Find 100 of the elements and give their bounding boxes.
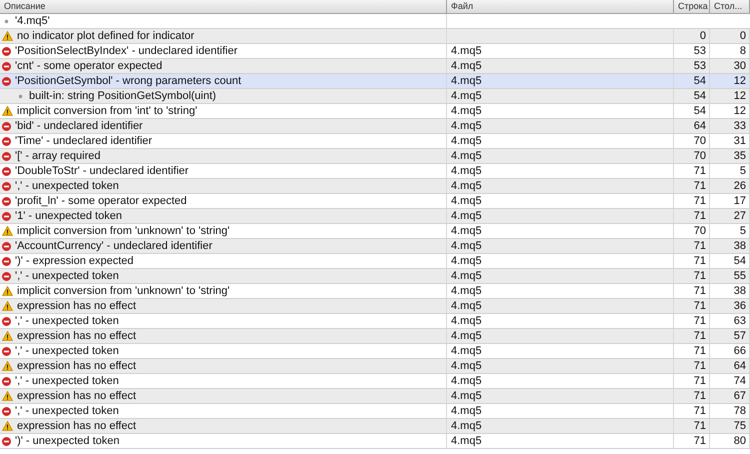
message-text: ',' - unexpected token [15,344,119,358]
message-row[interactable]: ')' - expression expected 4.mq5 71 54 [0,254,750,269]
column-cell: 75 [710,419,750,433]
file-cell: 4.mq5 [447,434,674,448]
column-cell: 27 [710,209,750,223]
message-row[interactable]: ',' - unexpected token 4.mq5 71 63 [0,314,750,329]
message-row[interactable]: implicit conversion from 'int' to 'string' 4.mq5 54 12 [0,104,750,119]
message-text: expression has no effect [17,419,136,433]
file-cell: 4.mq5 [447,344,674,358]
file-cell: 4.mq5 [447,104,674,118]
file-cell: 4.mq5 [447,284,674,298]
message-row[interactable]: ')' - unexpected token 4.mq5 71 80 [0,434,750,449]
message-text: 'Time' - undeclared identifier [15,134,152,148]
message-row[interactable]: implicit conversion from 'unknown' to 'string' 4.mq5 71 38 [0,284,750,299]
column-cell: 63 [710,314,750,328]
column-cell: 78 [710,404,750,418]
column-cell: 57 [710,329,750,343]
message-text: expression has no effect [17,359,136,373]
column-cell: 12 [710,104,750,118]
message-text: ',' - unexpected token [15,374,119,388]
message-row[interactable]: implicit conversion from 'unknown' to 'string' 4.mq5 70 5 [0,224,750,239]
message-text: ',' - unexpected token [15,179,119,193]
line-cell: 71 [674,254,710,268]
message-text: implicit conversion from 'int' to 'string' [17,104,198,118]
message-text: no indicator plot defined for indicator [17,29,194,43]
warning-icon [2,226,13,236]
message-row[interactable]: ',' - unexpected token 4.mq5 71 78 [0,404,750,419]
message-row[interactable]: ',' - unexpected token 4.mq5 71 26 [0,179,750,194]
file-cell: 4.mq5 [447,209,674,223]
file-cell: 4.mq5 [447,359,674,373]
file-cell: 4.mq5 [447,179,674,193]
message-text: implicit conversion from 'unknown' to 'string' [17,284,230,298]
message-row[interactable]: built-in: string PositionGetSymbol(uint) 4.mq5 54 12 [0,89,750,104]
error-icon [2,242,11,250]
line-cell: 71 [674,269,710,283]
message-text: '1' - unexpected token [15,209,122,223]
error-icon [2,272,11,280]
column-cell: 5 [710,224,750,238]
line-cell: 71 [674,314,710,328]
warning-icon [2,31,13,41]
message-row[interactable]: 'AccountCurrency' - undeclared identifier 4.mq5 71 38 [0,239,750,254]
line-cell: 71 [674,389,710,403]
message-text: expression has no effect [17,299,136,313]
message-row[interactable]: 'profit_ln' - some operator expected 4.mq5 71 17 [0,194,750,209]
line-cell: 71 [674,344,710,358]
file-cell: 4.mq5 [447,44,674,58]
line-cell: 71 [674,434,710,448]
message-row[interactable]: 'PositionSelectByIndex' - undeclared identifier 4.mq5 53 8 [0,44,750,59]
message-row[interactable]: 'bid' - undeclared identifier 4.mq5 64 33 [0,119,750,134]
message-row[interactable]: 'DoubleToStr' - undeclared identifier 4.mq5 71 5 [0,164,750,179]
message-row[interactable]: 'cnt' - some operator expected 4.mq5 53 30 [0,59,750,74]
column-cell: 64 [710,359,750,373]
file-cell: 4.mq5 [447,74,674,88]
message-row[interactable]: expression has no effect 4.mq5 71 75 [0,419,750,434]
message-row[interactable]: expression has no effect 4.mq5 71 67 [0,389,750,404]
message-row[interactable]: '4.mq5' [0,14,750,29]
message-row[interactable]: '[' - array required 4.mq5 70 35 [0,149,750,164]
message-row[interactable]: ',' - unexpected token 4.mq5 71 55 [0,269,750,284]
warning-icon [2,361,13,371]
line-cell: 54 [674,74,710,88]
warning-icon [2,301,13,311]
file-cell: 4.mq5 [447,404,674,418]
column-header[interactable]: Описание [0,0,447,14]
column-cell: 8 [710,44,750,58]
line-cell: 71 [674,209,710,223]
message-row[interactable]: ',' - unexpected token 4.mq5 71 66 [0,344,750,359]
message-text: ')' - expression expected [15,254,134,268]
line-cell: 71 [674,374,710,388]
line-cell: 54 [674,89,710,103]
message-row[interactable]: expression has no effect 4.mq5 71 36 [0,299,750,314]
message-row[interactable]: '1' - unexpected token 4.mq5 71 27 [0,209,750,224]
line-cell: 70 [674,224,710,238]
line-cell: 71 [674,419,710,433]
error-icon [2,376,11,386]
error-icon [2,436,11,446]
column-cell: 30 [710,59,750,73]
column-cell: 38 [710,239,750,253]
message-row[interactable]: 'Time' - undeclared identifier 4.mq5 70 31 [0,134,750,149]
column-cell: 67 [710,389,750,403]
file-cell: 4.mq5 [447,329,674,343]
message-row[interactable]: expression has no effect 4.mq5 71 64 [0,359,750,374]
file-cell: 4.mq5 [447,119,674,133]
line-cell: 70 [674,149,710,163]
message-row[interactable]: ',' - unexpected token 4.mq5 71 74 [0,374,750,389]
column-header[interactable]: Стол... [710,0,750,14]
column-cell: 66 [710,344,750,358]
message-row[interactable]: no indicator plot defined for indicator 0 0 [0,29,750,44]
message-row[interactable]: expression has no effect 4.mq5 71 57 [0,329,750,344]
message-text: expression has no effect [17,389,136,403]
error-icon [2,406,11,416]
line-cell: 71 [674,194,710,208]
column-header[interactable]: Строка [674,0,710,14]
column-header[interactable]: Файл [447,0,674,14]
error-icon [2,76,11,86]
message-row[interactable]: 'PositionGetSymbol' - wrong parameters count 4.mq5 54 12 [0,74,750,89]
error-icon [2,152,11,160]
file-cell: 4.mq5 [447,269,674,283]
file-cell: 4.mq5 [447,314,674,328]
column-cell: 36 [710,299,750,313]
message-text: 'profit_ln' - some operator expected [15,194,187,208]
